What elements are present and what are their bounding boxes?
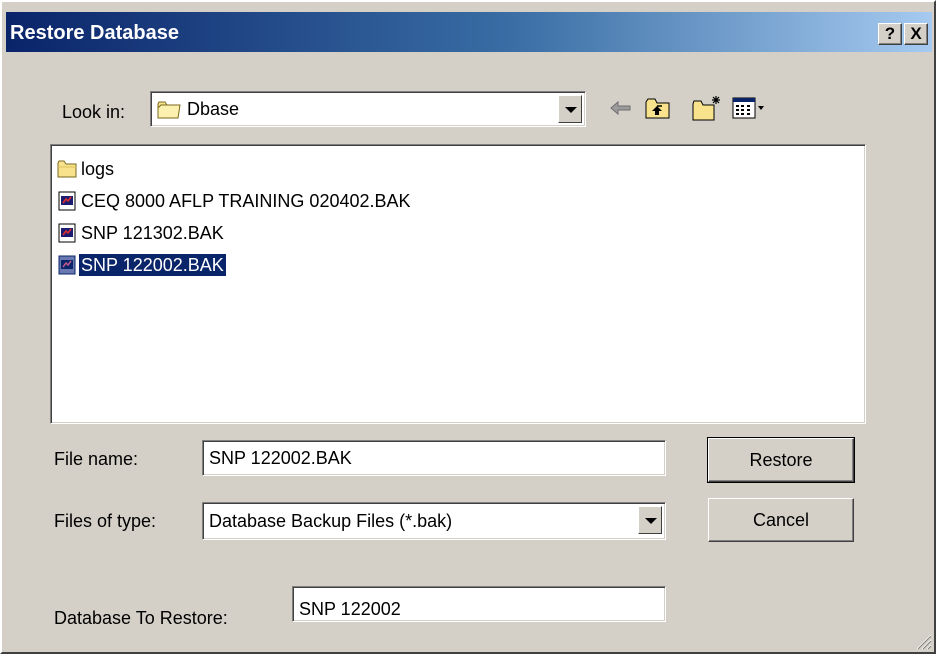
backup-file-icon [58, 223, 76, 243]
up-one-level-icon[interactable] [645, 97, 671, 119]
look-in-dropdown[interactable]: Dbase [150, 91, 586, 127]
chevron-down-icon [565, 107, 577, 113]
files-of-type-label: Files of type: [54, 511, 157, 531]
list-item-file[interactable]: CEQ 8000 AFLP TRAINING 020402.BAK [57, 189, 413, 213]
title-bar[interactable]: Restore Database ? X [6, 12, 932, 52]
file-name-text: logs [81, 159, 115, 179]
file-name-text: CEQ 8000 AFLP TRAINING 020402.BAK [81, 191, 411, 211]
restore-database-dialog: Restore Database ? X Look in: Dbase logs… [0, 0, 936, 654]
database-to-restore-value: SNP 122002 [299, 599, 401, 619]
files-of-type-dropdown-button[interactable] [638, 506, 662, 534]
file-name-field[interactable]: SNP 122002.BAK [202, 440, 666, 476]
files-of-type-value: Database Backup Files (*.bak) [209, 511, 453, 531]
folder-icon [57, 160, 77, 178]
file-name-text: SNP 121302.BAK [81, 223, 224, 243]
file-list[interactable]: logs CEQ 8000 AFLP TRAINING 020402.BAK S… [50, 144, 866, 424]
restore-button[interactable]: Restore [707, 437, 855, 483]
resize-grip-icon[interactable] [914, 632, 932, 650]
look-in-label: Look in: [62, 102, 126, 122]
list-item-folder[interactable]: logs [57, 157, 116, 181]
file-name-value: SNP 122002.BAK [209, 448, 352, 468]
view-menu-icon[interactable] [732, 97, 766, 119]
back-arrow-icon[interactable] [610, 100, 632, 116]
backup-file-icon [58, 191, 76, 211]
chevron-down-icon [645, 518, 657, 524]
close-button[interactable]: X [904, 23, 928, 45]
folder-icon [157, 101, 181, 119]
database-to-restore-field[interactable]: SNP 122002 [292, 586, 666, 622]
backup-file-icon [58, 255, 76, 275]
look-in-dropdown-button[interactable] [558, 95, 582, 123]
files-of-type-dropdown[interactable]: Database Backup Files (*.bak) [202, 502, 666, 540]
cancel-button[interactable]: Cancel [708, 498, 854, 542]
list-item-file[interactable]: SNP 121302.BAK [57, 221, 226, 245]
look-in-value: Dbase [187, 99, 240, 119]
new-folder-icon[interactable] [692, 95, 722, 121]
database-to-restore-label: Database To Restore: [54, 608, 228, 628]
window-title: Restore Database [10, 22, 179, 44]
list-item-file-selected[interactable]: SNP 122002.BAK [57, 253, 226, 277]
file-name-text: SNP 122002.BAK [79, 254, 226, 276]
file-name-label: File name: [54, 449, 139, 469]
help-button[interactable]: ? [878, 23, 902, 45]
